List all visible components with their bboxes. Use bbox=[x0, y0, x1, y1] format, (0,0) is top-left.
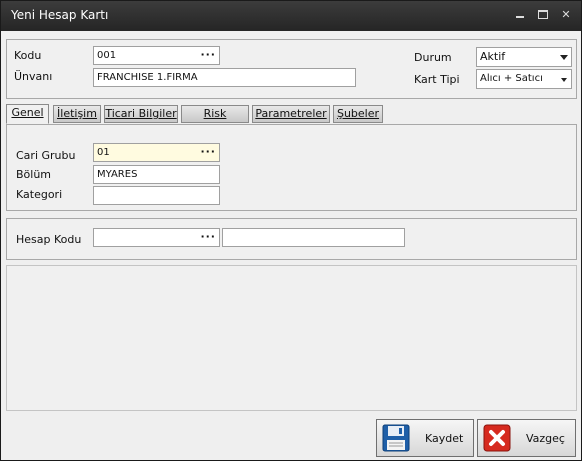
kodu-label: Kodu bbox=[14, 49, 42, 62]
tab-iletisim[interactable]: İletişim bbox=[53, 105, 101, 123]
title-bar[interactable]: Yeni Hesap Kartı ✕ bbox=[1, 1, 581, 31]
kart-tipi-value: Alıcı + Satıcı bbox=[480, 73, 543, 84]
maximize-icon bbox=[538, 10, 548, 19]
close-button[interactable]: ✕ bbox=[557, 7, 575, 23]
cancel-button[interactable]: Vazgeç bbox=[477, 419, 576, 457]
genel-group-panel: Cari Grubu 01 ··· Bölüm MYARES Kategori bbox=[6, 124, 577, 211]
hesap-kodu-field[interactable]: ··· bbox=[93, 228, 220, 247]
cari-grubu-label: Cari Grubu bbox=[16, 149, 76, 162]
cari-grubu-value: 01 bbox=[97, 147, 110, 158]
save-button-label: Kaydet bbox=[425, 432, 464, 445]
header-panel: Kodu 001 ··· Ünvanı FRANCHISE 1.FIRMA Du… bbox=[6, 39, 577, 99]
kart-tipi-select[interactable]: Alıcı + Satıcı bbox=[476, 69, 572, 89]
cari-grubu-field[interactable]: 01 ··· bbox=[93, 143, 220, 162]
window: Yeni Hesap Kartı ✕ Kodu 001 ··· Ünvanı F… bbox=[0, 0, 582, 461]
tab-ticari-bilgiler[interactable]: Ticari Bilgiler bbox=[104, 105, 178, 123]
tab-genel[interactable]: Genel bbox=[6, 104, 49, 124]
kodu-value: 001 bbox=[97, 50, 117, 61]
close-icon: ✕ bbox=[561, 8, 571, 21]
tab-parametreler[interactable]: Parametreler bbox=[252, 105, 330, 123]
bolum-value: MYARES bbox=[97, 169, 138, 180]
kodu-lookup-button[interactable]: ··· bbox=[200, 47, 216, 63]
durum-select[interactable]: Aktif bbox=[476, 47, 572, 67]
minimize-icon bbox=[516, 16, 524, 18]
kategori-field[interactable] bbox=[93, 186, 220, 205]
kart-tipi-dropdown-icon[interactable] bbox=[557, 70, 571, 88]
bolum-label: Bölüm bbox=[16, 168, 52, 181]
durum-dropdown-icon[interactable] bbox=[557, 48, 571, 66]
kategori-label: Kategori bbox=[16, 188, 63, 201]
tab-body-panel bbox=[6, 265, 577, 411]
cari-grubu-lookup-button[interactable]: ··· bbox=[200, 144, 216, 160]
cancel-button-label: Vazgeç bbox=[526, 432, 565, 445]
hesap-kodu-panel: Hesap Kodu ··· bbox=[6, 218, 577, 260]
floppy-disk-icon bbox=[382, 424, 410, 452]
bolum-field[interactable]: MYARES bbox=[93, 165, 220, 184]
durum-label: Durum bbox=[414, 51, 452, 64]
tab-risk-bilgileri[interactable]: Risk Bilgileri bbox=[181, 105, 249, 136]
maximize-button[interactable] bbox=[534, 7, 552, 23]
save-button[interactable]: Kaydet bbox=[376, 419, 474, 457]
cancel-x-icon bbox=[483, 424, 511, 452]
hesap-kodu-lookup-button[interactable]: ··· bbox=[200, 229, 216, 245]
window-title: Yeni Hesap Kartı bbox=[11, 8, 109, 22]
kodu-field[interactable]: 001 ··· bbox=[93, 46, 220, 65]
hesap-kodu-label: Hesap Kodu bbox=[16, 233, 82, 246]
unvani-field[interactable]: FRANCHISE 1.FIRMA bbox=[93, 68, 356, 87]
kart-tipi-label: Kart Tipi bbox=[414, 73, 460, 86]
hesap-kodu-description-field[interactable] bbox=[222, 228, 405, 247]
unvani-label: Ünvanı bbox=[14, 70, 53, 83]
minimize-button[interactable] bbox=[511, 7, 529, 23]
unvani-value: FRANCHISE 1.FIRMA bbox=[97, 72, 198, 83]
durum-value: Aktif bbox=[480, 50, 506, 63]
tab-subeler[interactable]: Şubeler bbox=[333, 105, 383, 123]
